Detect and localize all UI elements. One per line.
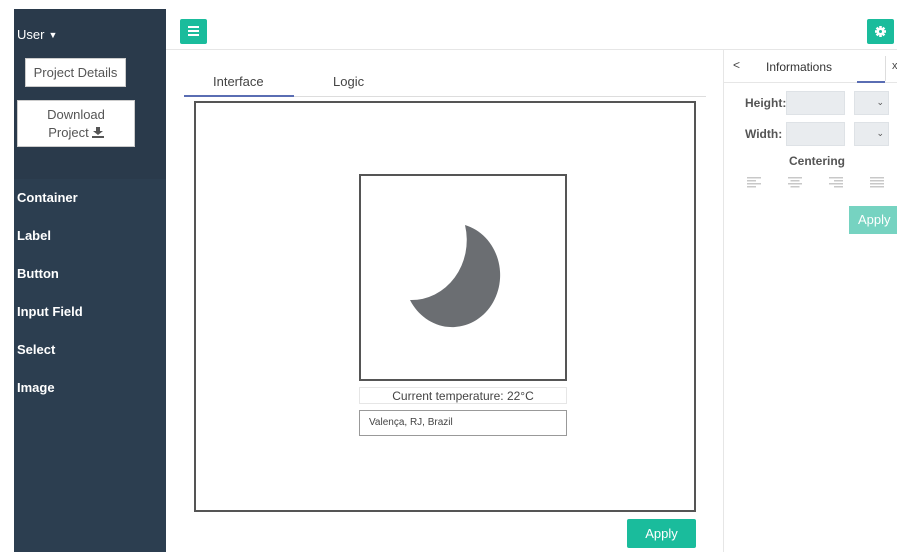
sidebar-item-image[interactable]: Image — [17, 380, 55, 395]
chevron-down-icon: ⌄ — [876, 97, 884, 107]
width-label: Width: — [745, 127, 783, 141]
width-input[interactable] — [786, 122, 845, 146]
sidebar-item-container[interactable]: Container — [17, 190, 78, 205]
chevron-left-icon[interactable]: < — [733, 58, 740, 72]
location-input[interactable]: Valença, RJ, Brazil — [359, 410, 567, 436]
panel-apply-button[interactable]: Apply — [849, 206, 897, 234]
align-left-icon[interactable] — [747, 177, 761, 188]
sidebar-item-input-field[interactable]: Input Field — [17, 304, 83, 319]
gear-icon — [875, 26, 886, 37]
panel-tab-indicator — [857, 81, 885, 83]
tab-logic[interactable]: Logic — [333, 74, 364, 89]
project-details-button[interactable]: Project Details — [25, 58, 126, 87]
active-tab-indicator — [184, 95, 294, 97]
panel-title[interactable]: Informations — [766, 60, 832, 74]
align-center-icon[interactable] — [788, 177, 802, 188]
crescent-moon-icon — [410, 225, 501, 328]
height-label: Height: — [745, 96, 787, 110]
centering-label: Centering — [789, 154, 846, 168]
download-icon — [91, 125, 104, 143]
download-project-button[interactable]: Download Project — [17, 100, 135, 147]
download-label-line2: Project — [48, 125, 89, 140]
sidebar-item-select[interactable]: Select — [17, 342, 55, 357]
panel-header-separator — [885, 56, 886, 81]
menu-toggle-button[interactable] — [180, 19, 207, 44]
user-menu[interactable]: User ▼ — [17, 27, 57, 42]
user-menu-label: User — [17, 27, 45, 42]
align-right-icon[interactable] — [829, 177, 843, 188]
tab-interface[interactable]: Interface — [213, 74, 264, 89]
apply-button[interactable]: Apply — [627, 519, 696, 548]
caret-down-icon: ▼ — [48, 30, 58, 40]
sidebar-item-label[interactable]: Label — [17, 228, 51, 243]
weather-image-container[interactable] — [359, 174, 567, 381]
temperature-label: Current temperature: 22°C — [359, 387, 567, 404]
download-label-line1: Download — [47, 107, 105, 122]
close-icon[interactable]: x — [892, 60, 897, 72]
height-input[interactable] — [786, 91, 845, 115]
align-justify-icon[interactable] — [870, 177, 884, 188]
settings-button[interactable] — [867, 19, 894, 44]
chevron-down-icon: ⌄ — [876, 128, 884, 138]
height-unit-select[interactable]: ⌄ — [854, 91, 889, 115]
hamburger-icon — [188, 26, 199, 28]
sidebar-item-button[interactable]: Button — [17, 266, 59, 281]
width-unit-select[interactable]: ⌄ — [854, 122, 889, 146]
